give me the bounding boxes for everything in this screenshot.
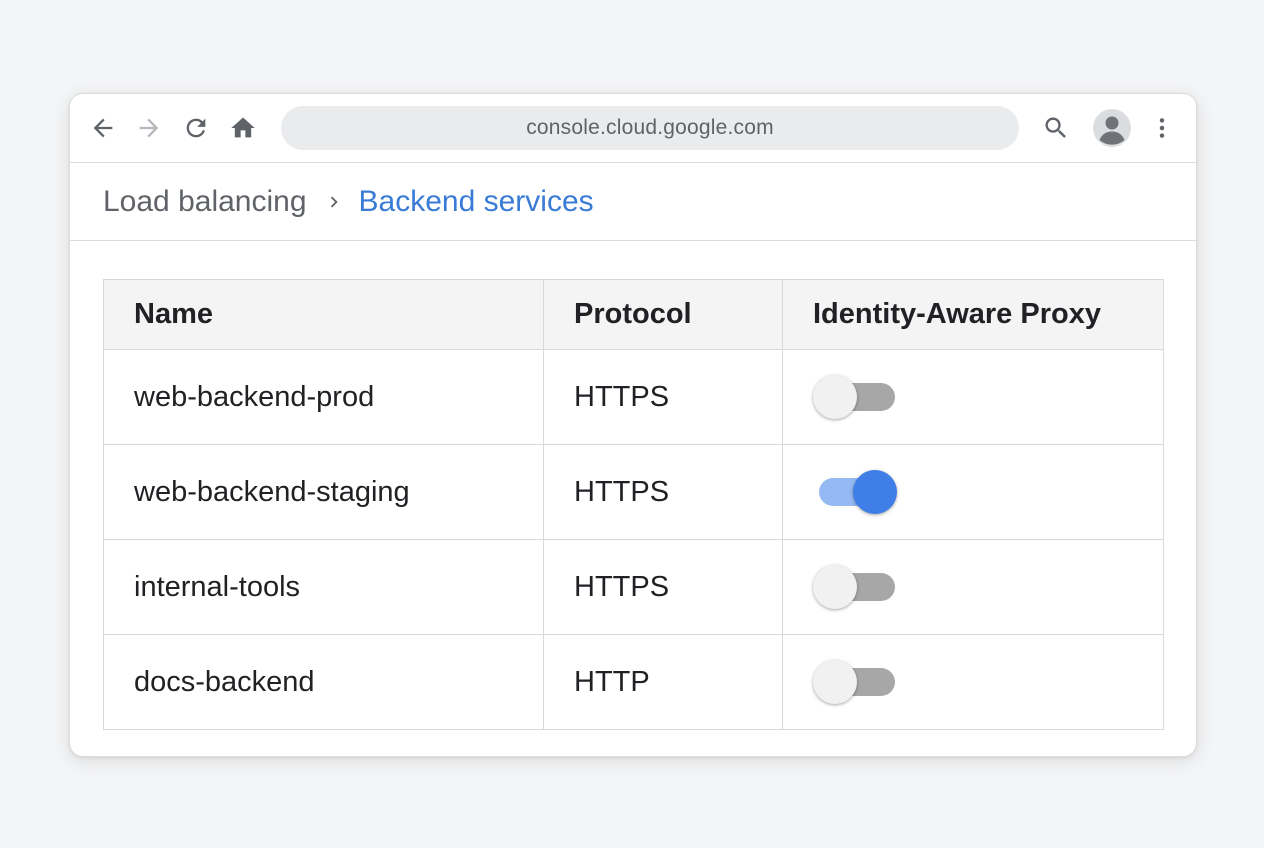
home-button[interactable] [223,108,263,148]
iap-cell [782,349,1164,445]
backend-name-cell[interactable]: web-backend-staging [103,444,544,540]
protocol-cell: HTTP [543,634,783,730]
toggle-thumb [813,660,857,704]
toggle-thumb [813,565,857,609]
back-button[interactable] [83,108,123,148]
browser-toolbar: console.cloud.google.com [70,94,1196,163]
browser-window: console.cloud.google.com Load balancing [69,93,1197,757]
search-button[interactable] [1036,108,1076,148]
iap-toggle[interactable] [813,660,897,704]
table-row: web-backend-staging HTTPS [103,444,1164,540]
account-button[interactable] [1092,108,1132,148]
home-icon [231,117,255,138]
table-row: web-backend-prod HTTPS [103,349,1164,445]
protocol-cell: HTTPS [543,444,783,540]
address-bar-url: console.cloud.google.com [526,116,774,139]
protocol-cell: HTTPS [543,349,783,445]
toggle-thumb [853,470,897,514]
iap-toggle[interactable] [813,470,897,514]
browser-menu-button[interactable] [1142,108,1182,148]
breadcrumb-load-balancing[interactable]: Load balancing [103,185,307,219]
table-row: internal-tools HTTPS [103,539,1164,635]
iap-cell [782,634,1164,730]
iap-cell [782,539,1164,635]
table-header-row: Name Protocol Identity-Aware Proxy [103,279,1164,350]
column-header-iap[interactable]: Identity-Aware Proxy [782,279,1164,350]
address-bar[interactable]: console.cloud.google.com [281,106,1019,150]
breadcrumb-backend-services: Backend services [358,184,594,218]
protocol-cell: HTTPS [543,539,783,635]
iap-toggle[interactable] [813,565,897,609]
breadcrumb: Load balancing Backend services [70,163,1196,241]
arrow-right-icon [139,118,159,138]
backend-services-table: Name Protocol Identity-Aware Proxy web-b… [103,279,1164,730]
account-avatar-icon [1093,109,1131,147]
iap-cell [782,444,1164,540]
backend-name-cell[interactable]: web-backend-prod [103,349,544,445]
more-vert-icon [1159,118,1165,138]
iap-toggle[interactable] [813,375,897,419]
toggle-thumb [813,375,857,419]
backend-name-cell[interactable]: docs-backend [103,634,544,730]
search-icon [1045,117,1066,138]
breadcrumb-separator [323,191,345,213]
column-header-name[interactable]: Name [103,279,544,350]
column-header-protocol[interactable]: Protocol [543,279,783,350]
reload-button[interactable] [176,108,216,148]
forward-button[interactable] [129,108,169,148]
reload-icon [186,118,206,138]
chevron-right-icon [330,196,338,207]
backend-name-cell[interactable]: internal-tools [103,539,544,635]
arrow-left-icon [93,118,113,138]
table-row: docs-backend HTTP [103,634,1164,730]
